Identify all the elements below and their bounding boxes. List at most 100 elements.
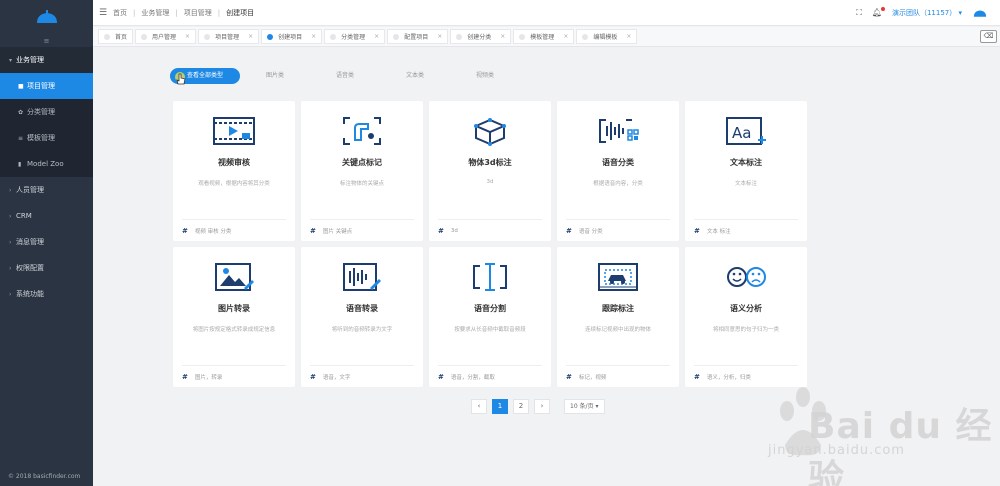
tab-close-icon[interactable]: × bbox=[185, 33, 190, 40]
card-tags-text: 图片 关键点 bbox=[322, 228, 353, 235]
caret-down-icon: ▾ bbox=[9, 56, 13, 64]
tab-label: 配置项目 bbox=[404, 34, 429, 41]
tab-close-icon[interactable]: × bbox=[437, 33, 442, 40]
tab-close-icon[interactable]: × bbox=[500, 33, 505, 40]
tab-close-icon[interactable]: × bbox=[563, 33, 568, 40]
breadcrumb-home[interactable]: 首页 bbox=[113, 8, 127, 18]
template-card-audio-classify[interactable]: 语音分类 根据语音内容，分类 # 语音 分类 bbox=[557, 101, 679, 241]
next-page-button[interactable]: › bbox=[534, 399, 550, 414]
tab-configure-project[interactable]: 配置项目 × bbox=[387, 29, 449, 44]
tab-label: 模板管理 bbox=[530, 34, 555, 41]
card-desc: 标注物体的关键点 bbox=[339, 181, 384, 187]
tab-user-management[interactable]: 用户管理 × bbox=[135, 29, 197, 44]
tab-close-icon[interactable]: × bbox=[626, 33, 631, 40]
card-title: 跟踪标注 bbox=[602, 304, 634, 313]
template-card-image-transcribe[interactable]: 图片转录 将图片按规定格式转录成规定信息 # 图片，转录 bbox=[173, 247, 295, 387]
caret-right-icon: › bbox=[9, 186, 12, 194]
tab-category-management[interactable]: 分类管理 × bbox=[324, 29, 386, 44]
watermark-text: Bai du 经验 bbox=[808, 406, 993, 486]
fullscreen-icon[interactable]: ⛶ bbox=[856, 8, 862, 18]
cloud-logo-icon bbox=[36, 10, 57, 23]
template-card-text-label[interactable]: Aa 文本标注 文本标注 # 文本 标注 bbox=[685, 101, 807, 241]
tab-bar: 首页 用户管理 × 项目管理 × 创建项目 × 分类管理 × 配置项目 × 创建分类 × 模… bbox=[93, 27, 1000, 47]
filter-video[interactable]: 视频类 bbox=[450, 68, 520, 84]
sidebar-item-model-zoo[interactable]: ▮ Model Zoo bbox=[0, 151, 93, 177]
card-tags: # 图片 关键点 bbox=[310, 219, 414, 241]
notification-dot bbox=[880, 7, 885, 11]
nav-group-permissions[interactable]: › 权限配置 bbox=[0, 255, 93, 281]
watermark-subtext: jingyan.baidu.com bbox=[768, 443, 905, 458]
nav-group-business[interactable]: ▾ 业务管理 bbox=[0, 47, 93, 73]
tab-project-management[interactable]: 项目管理 × bbox=[198, 29, 260, 44]
tab-create-project[interactable]: 创建项目 × bbox=[261, 29, 323, 44]
prev-page-button[interactable]: ‹ bbox=[471, 399, 487, 414]
close-all-tabs-button[interactable]: ⌫ bbox=[980, 30, 997, 43]
nav-group-system[interactable]: › 系统功能 bbox=[0, 281, 93, 307]
chevron-down-icon: ▾ bbox=[958, 8, 962, 17]
tab-close-icon[interactable]: × bbox=[374, 33, 379, 40]
collapse-sidebar-icon[interactable]: ≡ bbox=[0, 34, 93, 47]
page-size-select[interactable]: 10 条/页 ▾ bbox=[564, 399, 605, 414]
tab-dot bbox=[456, 33, 463, 40]
card-desc: 按要求从长音频中截取音频段 bbox=[454, 327, 526, 333]
card-tags: # 标记，视频 bbox=[566, 365, 670, 387]
top-header: ☰ 首页 | 业务管理 | 项目管理 | 创建项目 ⛶ 🔔︎ 演示团队（1115… bbox=[93, 0, 1000, 26]
filter-audio[interactable]: 语音类 bbox=[310, 68, 380, 84]
sidebar-item-label: 分类管理 bbox=[27, 108, 55, 116]
bell-icon[interactable]: 🔔︎ bbox=[872, 7, 885, 17]
tab-home[interactable]: 首页 bbox=[98, 29, 134, 44]
nav-group-label: 业务管理 bbox=[16, 56, 44, 64]
card-tags-text: 文本 标注 bbox=[706, 228, 731, 235]
tab-create-category[interactable]: 创建分类 × bbox=[450, 29, 512, 44]
card-tags-text: 视频 审核 分类 bbox=[194, 228, 232, 235]
template-card-audio-split[interactable]: 语音分割 按要求从长音频中截取音频段 # 语音，分割，截取 bbox=[429, 247, 551, 387]
template-card-tracking[interactable]: 跟踪标注 连续标记视频中出现的物体 # 标记，视频 bbox=[557, 247, 679, 387]
sidebar-item-label: Model Zoo bbox=[27, 160, 64, 168]
template-card-video-review[interactable]: 视频审核 观看视频，根据内容将其分类 # 视频 审核 分类 bbox=[173, 101, 295, 241]
tab-template-management[interactable]: 模板管理 × bbox=[513, 29, 575, 44]
hamburger-menu-icon[interactable]: ☰ bbox=[93, 8, 113, 18]
breadcrumb-separator: | bbox=[175, 8, 178, 17]
breadcrumb-projects[interactable]: 项目管理 bbox=[184, 8, 212, 18]
keypoint-icon bbox=[339, 113, 385, 149]
filter-image[interactable]: 图片类 bbox=[240, 68, 310, 84]
tab-label: 分类管理 bbox=[341, 34, 366, 41]
card-desc: 观看视频，根据内容将其分类 bbox=[198, 181, 270, 187]
breadcrumb-separator: | bbox=[133, 8, 136, 17]
logo[interactable] bbox=[0, 0, 93, 34]
sidebar-item-label: 模板管理 bbox=[27, 134, 55, 142]
sidebar-item-project-management[interactable]: ■ 项目管理 bbox=[0, 73, 93, 99]
card-desc: 将相同意思的句子归为一类 bbox=[712, 327, 779, 333]
card-tags: # 视频 审核 分类 bbox=[182, 219, 286, 241]
sidebar-item-category-management[interactable]: ✿ 分类管理 bbox=[0, 99, 93, 125]
card-tags-text: 语义，分析，归类 bbox=[706, 374, 751, 381]
filter-text[interactable]: 文本类 bbox=[380, 68, 450, 84]
page-2-button[interactable]: 2 bbox=[513, 399, 529, 414]
template-card-semantic[interactable]: 语义分析 将相同意思的句子归为一类 # 语义，分析，归类 bbox=[685, 247, 807, 387]
team-selector[interactable]: 演示团队（11157） ▾ bbox=[892, 8, 962, 18]
card-tags-text: 语音，分割，截取 bbox=[450, 374, 495, 381]
hash-icon: # bbox=[438, 226, 444, 235]
sidebar-item-template-management[interactable]: ≡ 模板管理 bbox=[0, 125, 93, 151]
user-avatar-icon[interactable] bbox=[972, 8, 988, 18]
breadcrumb-business[interactable]: 业务管理 bbox=[141, 8, 169, 18]
template-card-audio-transcribe[interactable]: 语音转录 将听到的音频转录为文字 # 语音，文字 bbox=[301, 247, 423, 387]
tab-edit-template[interactable]: 编辑模板 × bbox=[576, 29, 638, 44]
image-transcribe-icon bbox=[211, 259, 257, 295]
list-icon: ■ bbox=[18, 82, 24, 90]
nav-group-personnel[interactable]: › 人员管理 bbox=[0, 177, 93, 203]
type-filter-bar: 查看全部类型 图片类 语音类 文本类 视频类 bbox=[170, 68, 520, 84]
nav-group-label: 人员管理 bbox=[16, 186, 44, 194]
nav-group-crm[interactable]: › CRM bbox=[0, 203, 93, 229]
template-card-3d-object[interactable]: 物体3d标注 3d #3d bbox=[429, 101, 551, 241]
tab-close-icon[interactable]: × bbox=[311, 33, 316, 40]
hash-icon: # bbox=[310, 372, 316, 381]
page-1-button[interactable]: 1 bbox=[492, 399, 508, 414]
tab-dot bbox=[104, 33, 110, 40]
tab-dot bbox=[519, 33, 526, 40]
breadcrumb: 首页 | 业务管理 | 项目管理 | 创建项目 bbox=[113, 8, 254, 18]
template-card-keypoint[interactable]: 关键点标记 标注物体的关键点 # 图片 关键点 bbox=[301, 101, 423, 241]
nav-group-messages[interactable]: › 消息管理 bbox=[0, 229, 93, 255]
header-actions: ⛶ 🔔︎ 演示团队（11157） ▾ bbox=[856, 7, 1000, 18]
tab-close-icon[interactable]: × bbox=[248, 33, 253, 40]
